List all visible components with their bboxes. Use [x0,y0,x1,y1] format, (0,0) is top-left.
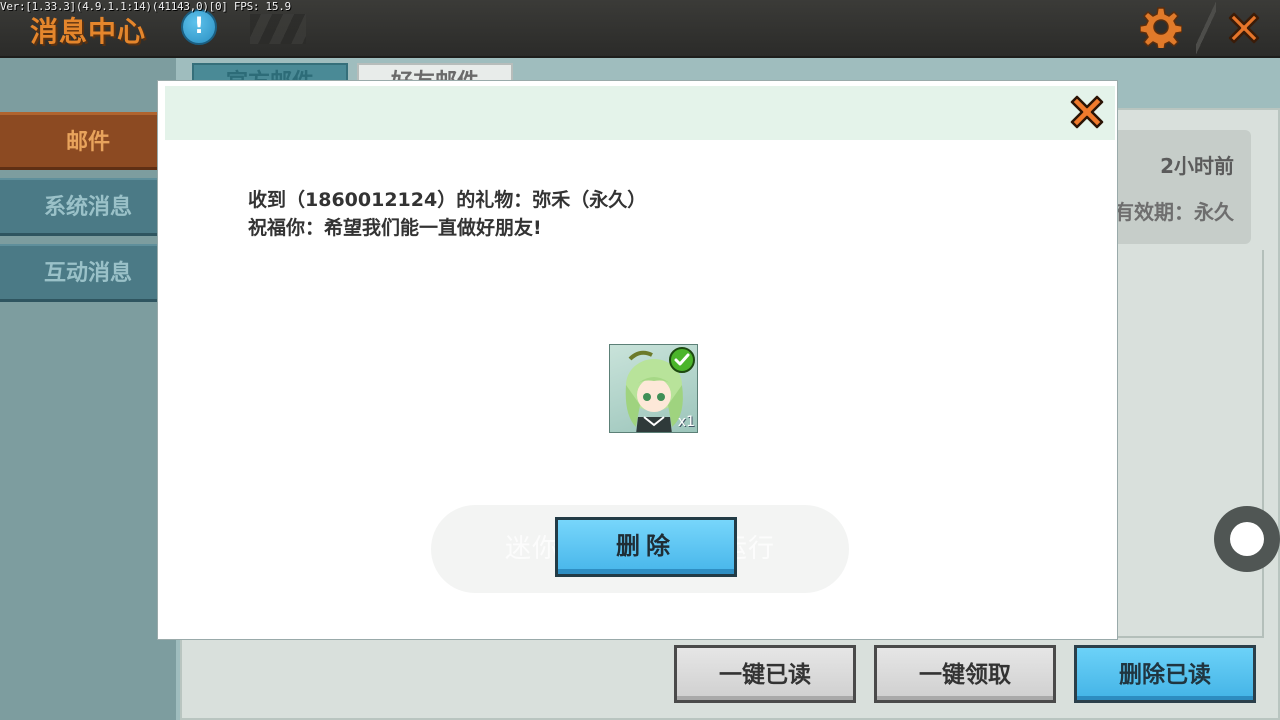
delete-button[interactable]: 删除 [555,517,737,577]
gift-quantity: x1 [677,414,695,430]
close-icon[interactable] [1224,8,1264,48]
sidebar: 邮件 系统消息 互动消息 [0,58,176,720]
mark-all-read-button[interactable]: 一键已读 [674,645,856,703]
info-icon[interactable]: ! [181,9,217,45]
mail-list-frame [1118,250,1264,638]
floating-ball[interactable] [1214,506,1280,572]
gear-icon[interactable] [1140,6,1182,48]
claim-all-button[interactable]: 一键领取 [874,645,1056,703]
mail-time: 2小时前 [1160,154,1234,178]
sidebar-item-mail[interactable]: 邮件 [0,112,176,170]
dialog-header [165,86,1115,140]
divider [1196,0,1216,56]
decorative-stripes [250,14,306,44]
sidebar-item-system-messages[interactable]: 系统消息 [0,178,176,236]
sidebar-item-interaction-messages[interactable]: 互动消息 [0,244,176,302]
mail-validity: 有效期：永久 [1114,200,1234,224]
gift-message: 收到（1860012124）的礼物：弥禾（永久） [248,189,647,211]
page-title: 消息中心 [30,15,147,48]
gift-item-slot[interactable]: x1 [609,344,698,433]
blessing-message: 祝福你：希望我们能一直做好朋友! [248,217,542,239]
close-icon[interactable] [1066,91,1108,133]
check-icon [669,347,695,373]
mail-list-item[interactable] [1110,130,1251,244]
debug-overlay: Ver:[1.33.3](4.9.1.1:14)(41143,0)[0] FPS… [0,0,291,13]
delete-read-button[interactable]: 删除已读 [1074,645,1256,703]
floating-ball-dot [1230,522,1264,556]
mail-detail-dialog: 收到（1860012124）的礼物：弥禾（永久） 祝福你：希望我们能一直做好朋友… [157,80,1118,640]
